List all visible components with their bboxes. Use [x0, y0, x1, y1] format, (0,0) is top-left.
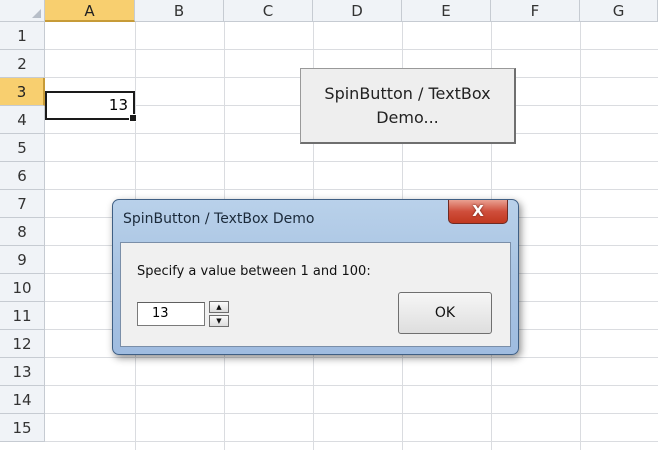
column-header-c[interactable]: C: [224, 0, 313, 22]
row-header-13[interactable]: 13: [0, 358, 45, 386]
row-header-4[interactable]: 4: [0, 106, 45, 134]
column-header-d[interactable]: D: [313, 0, 402, 22]
active-cell-a3[interactable]: 13: [45, 91, 137, 122]
row-header-9[interactable]: 9: [0, 246, 45, 274]
gridline: [45, 189, 658, 190]
value-prompt-label: Specify a value between 1 and 100:: [137, 264, 371, 279]
spreadsheet: A B C D E F G 1 2 3 4 5 6 7 8 9 10 11 12…: [0, 0, 658, 450]
column-header-g[interactable]: G: [580, 0, 658, 22]
row-header-11[interactable]: 11: [0, 302, 45, 330]
row-header-12[interactable]: 12: [0, 330, 45, 358]
select-all-icon: [32, 9, 41, 18]
value-textbox[interactable]: 13: [137, 302, 205, 326]
row-header-5[interactable]: 5: [0, 134, 45, 162]
gridline: [45, 441, 658, 442]
column-header-e[interactable]: E: [402, 0, 491, 22]
spin-down-button[interactable]: ▼: [209, 315, 229, 327]
row-header-15[interactable]: 15: [0, 414, 45, 442]
column-header-f[interactable]: F: [491, 0, 580, 22]
gridline: [45, 357, 658, 358]
spin-button[interactable]: ▲ ▼: [209, 301, 229, 327]
triangle-down-icon: ▼: [216, 316, 222, 325]
row-header-10[interactable]: 10: [0, 274, 45, 302]
spin-up-button[interactable]: ▲: [209, 301, 229, 313]
gridline: [45, 413, 658, 414]
spinbutton-dialog: SpinButton / TextBox Demo X Specify a va…: [112, 199, 519, 355]
dialog-close-button[interactable]: X: [448, 200, 508, 224]
demo-launch-button[interactable]: SpinButton / TextBox Demo...: [300, 68, 516, 144]
gridline: [45, 49, 658, 50]
row-header-14[interactable]: 14: [0, 386, 45, 414]
row-header-3[interactable]: 3: [0, 78, 45, 106]
column-header-a[interactable]: A: [45, 0, 135, 22]
ok-button[interactable]: OK: [398, 292, 492, 334]
dialog-title: SpinButton / TextBox Demo: [123, 211, 315, 227]
fill-handle[interactable]: [129, 114, 137, 122]
select-all-corner[interactable]: [0, 0, 45, 22]
row-header-2[interactable]: 2: [0, 50, 45, 78]
close-icon: X: [472, 202, 484, 220]
row-header-8[interactable]: 8: [0, 218, 45, 246]
gridline: [45, 161, 658, 162]
dialog-client-area: Specify a value between 1 and 100: 13 ▲ …: [120, 242, 511, 347]
row-header-7[interactable]: 7: [0, 190, 45, 218]
gridline: [45, 385, 658, 386]
row-header-6[interactable]: 6: [0, 162, 45, 190]
row-header-1[interactable]: 1: [0, 22, 45, 50]
column-header-b[interactable]: B: [135, 0, 224, 22]
triangle-up-icon: ▲: [216, 302, 222, 311]
cell-value: 13: [108, 96, 128, 114]
